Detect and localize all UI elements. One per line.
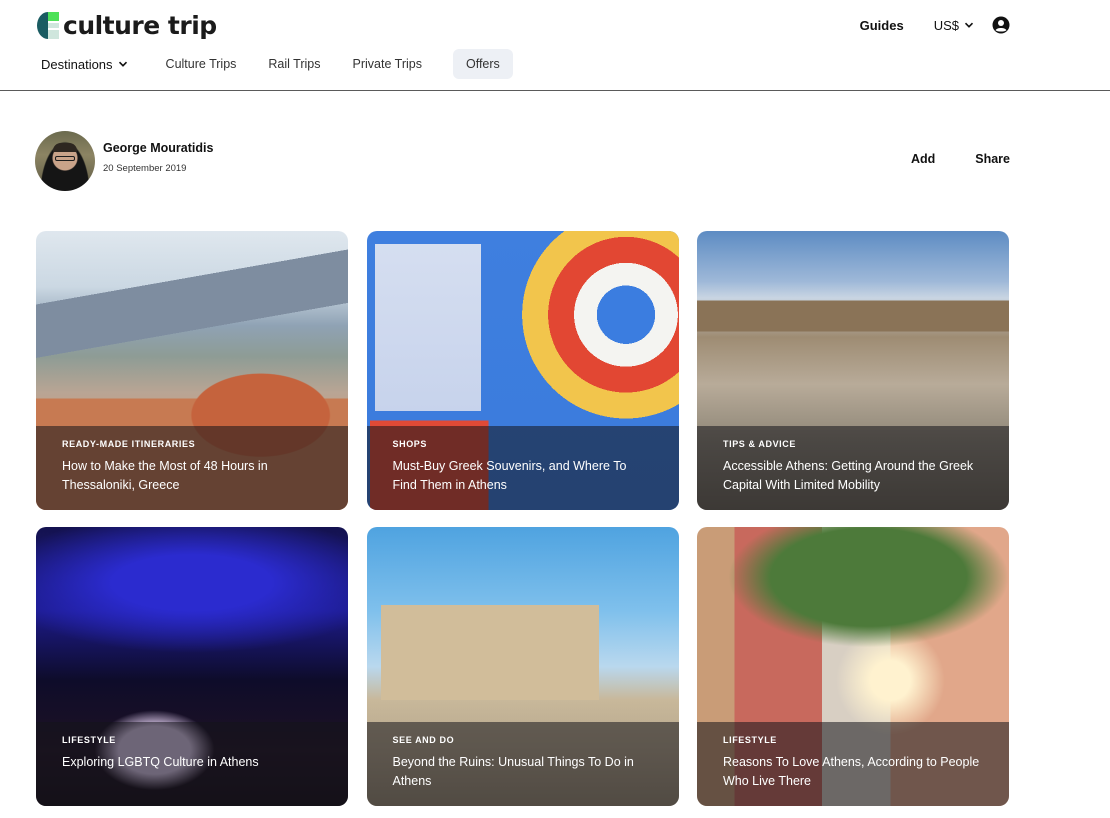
card-title[interactable]: Accessible Athens: Getting Around the Gr…: [723, 457, 983, 495]
chevron-down-icon: [118, 61, 127, 67]
card-overlay: LIFESTYLE Exploring LGBTQ Culture in Ath…: [36, 722, 348, 806]
culture-trip-logo-icon: [37, 12, 59, 39]
destinations-label: Destinations: [41, 56, 113, 72]
nav-private-trips[interactable]: Private Trips: [353, 49, 422, 79]
card-category: SEE AND DO: [392, 735, 455, 745]
destinations-dropdown[interactable]: Destinations: [41, 57, 128, 72]
author-name[interactable]: George Mouratidis: [103, 141, 213, 155]
logo-text: culture trip: [63, 11, 217, 40]
currency-selector[interactable]: US$: [934, 18, 974, 33]
article-card[interactable]: LIFESTYLE Exploring LGBTQ Culture in Ath…: [36, 527, 348, 806]
card-overlay: SHOPS Must-Buy Greek Souvenirs, and Wher…: [366, 426, 679, 510]
article-actions: Add Share: [871, 152, 1010, 166]
account-circle-icon[interactable]: [992, 16, 1010, 34]
article-grid: READY-MADE ITINERARIES How to Make the M…: [36, 231, 1009, 806]
nav-offers[interactable]: Offers: [452, 49, 513, 79]
card-title[interactable]: Reasons To Love Athens, According to Peo…: [723, 753, 983, 791]
author-avatar[interactable]: [35, 131, 95, 191]
site-header: culture trip Destinations Culture Trips …: [0, 0, 1110, 91]
card-category: LIFESTYLE: [62, 735, 116, 745]
author-block: George Mouratidis 20 September 2019: [35, 131, 213, 191]
card-category: LIFESTYLE: [723, 735, 777, 745]
share-button[interactable]: Share: [975, 152, 1010, 166]
card-overlay: TIPS & ADVICE Accessible Athens: Getting…: [697, 426, 1009, 510]
article-card[interactable]: READY-MADE ITINERARIES How to Make the M…: [36, 231, 348, 510]
card-overlay: SEE AND DO Beyond the Ruins: Unusual Thi…: [366, 722, 679, 806]
guides-link[interactable]: Guides: [860, 18, 904, 33]
header-utilities: Guides US$: [860, 16, 1010, 34]
article-card[interactable]: TIPS & ADVICE Accessible Athens: Getting…: [697, 231, 1009, 510]
card-overlay: READY-MADE ITINERARIES How to Make the M…: [36, 426, 348, 510]
main-nav: Destinations Culture Trips Rail Trips Pr…: [41, 48, 545, 80]
card-title[interactable]: Exploring LGBTQ Culture in Athens: [62, 753, 322, 772]
avatar-glasses: [55, 156, 75, 161]
nav-culture-trips[interactable]: Culture Trips: [166, 49, 237, 79]
nav-rail-trips[interactable]: Rail Trips: [268, 49, 320, 79]
card-category: TIPS & ADVICE: [723, 439, 796, 449]
publish-date: 20 September 2019: [103, 162, 187, 174]
card-title[interactable]: How to Make the Most of 48 Hours in Thes…: [62, 457, 322, 495]
chevron-down-icon: [964, 22, 974, 28]
article-card[interactable]: LIFESTYLE Reasons To Love Athens, Accord…: [697, 527, 1009, 806]
card-title[interactable]: Beyond the Ruins: Unusual Things To Do i…: [393, 753, 653, 791]
author-meta: George Mouratidis 20 September 2019: [103, 141, 213, 174]
logo[interactable]: culture trip: [37, 11, 217, 40]
article-card[interactable]: SEE AND DO Beyond the Ruins: Unusual Thi…: [366, 527, 679, 806]
card-title[interactable]: Must-Buy Greek Souvenirs, and Where To F…: [393, 457, 653, 495]
card-overlay: LIFESTYLE Reasons To Love Athens, Accord…: [697, 722, 1009, 806]
add-button[interactable]: Add: [911, 152, 935, 166]
card-category: READY-MADE ITINERARIES: [62, 439, 196, 449]
currency-label: US$: [933, 17, 959, 33]
card-category: SHOPS: [392, 439, 428, 449]
article-card[interactable]: SHOPS Must-Buy Greek Souvenirs, and Wher…: [366, 231, 679, 510]
avatar-hair: [53, 143, 77, 152]
